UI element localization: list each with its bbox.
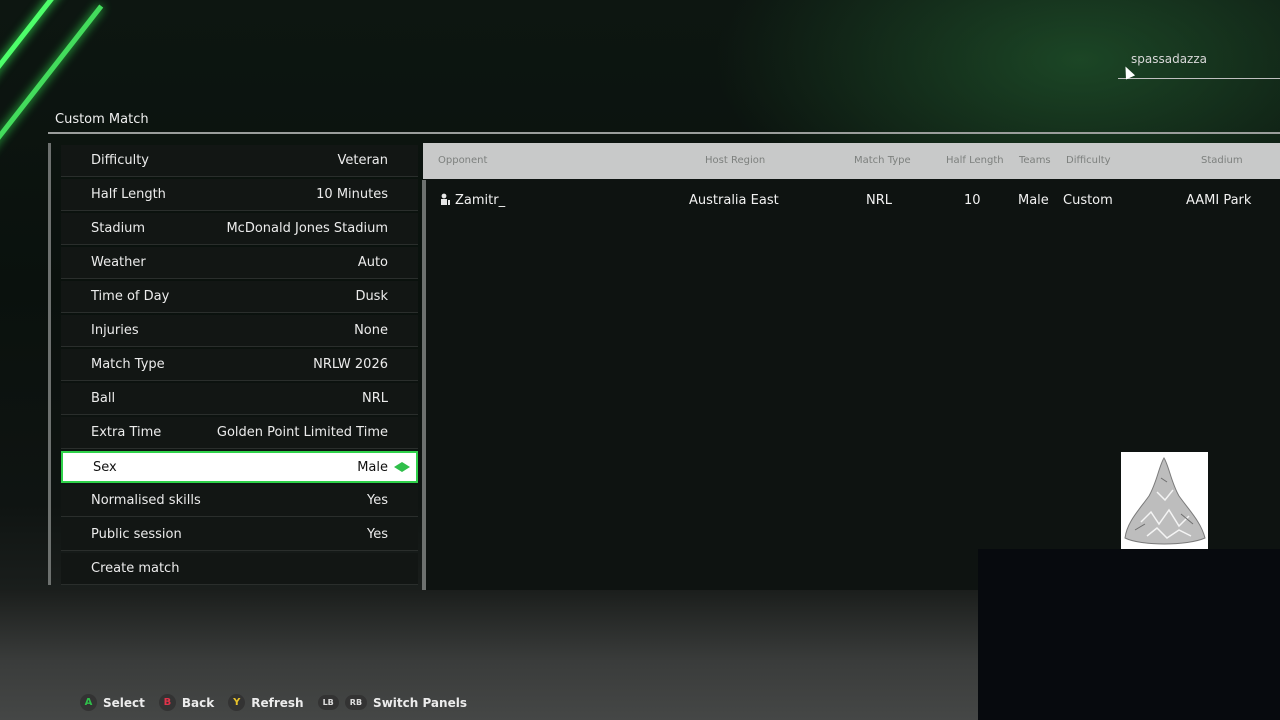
setting-label: Time of Day (91, 289, 170, 304)
foil-hat-icon (1124, 457, 1206, 545)
arrow-left-icon[interactable] (394, 462, 402, 472)
setting-value: Golden Point Limited Time (216, 425, 388, 440)
arrow-right-icon[interactable] (402, 462, 410, 472)
column-header-teams[interactable]: Teams (1019, 155, 1051, 166)
setting-ball[interactable]: Ball NRL (61, 383, 418, 415)
setting-label: Difficulty (91, 153, 149, 168)
y-button-icon: Y (228, 694, 246, 711)
setting-difficulty[interactable]: Difficulty Veteran (61, 145, 418, 177)
a-button-icon: A (80, 694, 97, 711)
setting-value: None (354, 323, 388, 338)
setting-value: NRL (362, 391, 388, 406)
column-header-match-type[interactable]: Match Type (854, 155, 911, 166)
setting-label: Sex (93, 459, 117, 475)
setting-value: Yes (367, 527, 388, 542)
setting-time-of-day[interactable]: Time of Day Dusk (61, 281, 418, 313)
setting-label: Weather (91, 255, 146, 270)
results-scrollbar[interactable] (422, 180, 426, 590)
setting-value: Yes (367, 493, 388, 508)
page-title: Custom Match (55, 112, 149, 127)
player-icon (441, 193, 450, 205)
match-settings-panel: Difficulty Veteran Half Length 10 Minute… (61, 145, 418, 587)
overlay-panel (978, 549, 1280, 720)
results-header (423, 143, 1280, 179)
setting-public-session[interactable]: Public session Yes (61, 519, 418, 551)
column-header-half-length[interactable]: Half Length (946, 155, 1004, 166)
setting-normalised-skills[interactable]: Normalised skills Yes (61, 485, 418, 517)
cell-teams: Male (1018, 193, 1049, 208)
foil-hat-image (1121, 452, 1208, 549)
setting-value-group: Male (357, 459, 410, 475)
hint-refresh[interactable]: Y Refresh (228, 694, 304, 711)
setting-label: Ball (91, 391, 116, 406)
hint-refresh-label: Refresh (251, 695, 304, 710)
column-header-host-region[interactable]: Host Region (705, 155, 765, 166)
create-match-button[interactable]: Create match (61, 553, 418, 585)
cell-half-length: 10 (964, 193, 981, 208)
gamertag-underline (1118, 78, 1280, 79)
setting-value: Male (357, 459, 388, 475)
setting-sex[interactable]: Sex Male (61, 451, 418, 483)
setting-value: Dusk (355, 289, 388, 304)
hint-select[interactable]: A Select (80, 694, 145, 711)
lb-button-icon: LB (317, 695, 339, 710)
left-right-arrows-icon[interactable] (394, 462, 410, 472)
button-hints-bar: A Select B Back Y Refresh LB RB Switch P… (80, 694, 467, 711)
setting-injuries[interactable]: Injuries None (61, 315, 418, 347)
settings-scrollbar[interactable] (48, 143, 51, 585)
create-match-label: Create match (91, 561, 180, 576)
setting-stadium[interactable]: Stadium McDonald Jones Stadium (61, 213, 418, 245)
cell-host-region: Australia East (689, 193, 779, 208)
neon-stripe (0, 0, 81, 116)
setting-value: McDonald Jones Stadium (226, 221, 388, 236)
cell-match-type: NRL (866, 193, 892, 208)
setting-value: Auto (357, 255, 388, 270)
setting-label: Extra Time (91, 425, 162, 440)
cell-difficulty: Custom (1063, 193, 1113, 208)
hint-switch-label: Switch Panels (373, 695, 467, 710)
setting-label: Match Type (91, 357, 165, 372)
column-header-stadium[interactable]: Stadium (1201, 155, 1243, 166)
hint-switch-panels[interactable]: LB RB Switch Panels (317, 695, 467, 710)
setting-match-type[interactable]: Match Type NRLW 2026 (61, 349, 418, 381)
cell-opponent: Zamitr_ (455, 193, 506, 208)
b-button-icon: B (158, 694, 176, 711)
cell-stadium: AAMI Park (1186, 193, 1252, 208)
rb-button-icon: RB (344, 695, 368, 710)
header-divider (48, 132, 1280, 134)
hint-select-label: Select (103, 695, 145, 710)
setting-extra-time[interactable]: Extra Time Golden Point Limited Time (61, 417, 418, 449)
setting-label: Half Length (91, 187, 166, 202)
setting-value: Veteran (337, 153, 388, 168)
column-header-opponent[interactable]: Opponent (438, 155, 487, 166)
setting-label: Stadium (91, 221, 146, 236)
setting-weather[interactable]: Weather Auto (61, 247, 418, 279)
setting-half-length[interactable]: Half Length 10 Minutes (61, 179, 418, 211)
setting-label: Normalised skills (91, 493, 201, 508)
hint-back[interactable]: B Back (158, 694, 215, 711)
hint-back-label: Back (181, 695, 215, 710)
setting-label: Injuries (91, 323, 139, 338)
gamertag: spassadazza (1131, 52, 1208, 66)
setting-value: 10 Minutes (316, 187, 388, 202)
setting-label: Public session (91, 527, 182, 542)
setting-value: NRLW 2026 (313, 357, 388, 372)
column-header-difficulty[interactable]: Difficulty (1066, 155, 1111, 166)
